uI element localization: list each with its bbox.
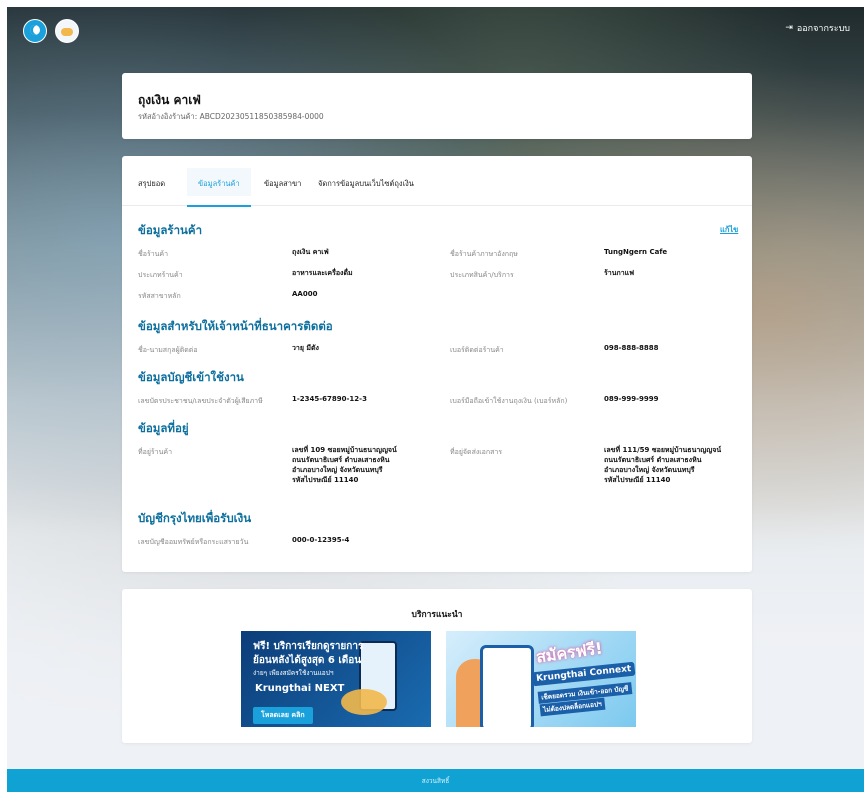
krungthai-logo-icon[interactable] [23,19,47,43]
tab-store-info[interactable]: ข้อมูลร้านค้า [198,178,240,190]
store-name-value: ถุงเงิน คาเฟ่ [292,248,329,256]
doc-address-line-3: อำเภอบางใหญ่ จังหวัดนนทบุรี [604,466,695,474]
doc-address-line-2: ถนนรัตนาธิเบศร์ ตำบลเสาธงหิน [604,456,702,464]
footer-text: สงวนสิทธิ์ [421,777,450,785]
krungthai-next-logo: Krungthai NEXT [255,683,345,694]
coins-icon [341,689,387,715]
store-type-value: อาหารและเครื่องดื่ม [292,269,353,277]
contact-phone-label: เบอร์ติดต่อร้านค้า [450,346,504,354]
logout-label: ออกจากระบบ [796,24,850,34]
section-address-title: ข้อมูลที่อยู่ [138,421,189,435]
phone-icon [480,645,534,727]
main-branch-label: รหัสสาขาหลัก [138,292,181,300]
product-type-label: ประเภทสินค้า/บริการ [450,271,514,279]
page-frame: ⇥ ออกจากระบบ ถุงเงิน คาเฟ่ รหัสอ้างอิงร้… [7,7,864,792]
banner1-line3: ง่ายๆ เพียงสมัครใช้งานแอปฯ [253,669,334,677]
store-address-label: ที่อยู่ร้านค้า [138,448,173,456]
section-bank-title: บัญชีกรุงไทยเพื่อรับเงิน [138,511,252,525]
account-id-label: เลขบัตรประชาชน/เลขประจำตัวผู้เสียภาษี [138,397,263,405]
services-title: บริการแนะนำ [411,610,463,620]
active-tab-underline [187,196,251,207]
bank-account-label: เลขบัญชีออมทรัพย์หรือกระแสรายวัน [138,538,249,546]
logout-icon: ⇥ [785,23,793,33]
tab-branch-info[interactable]: ข้อมูลสาขา [264,178,301,190]
tab-summary[interactable]: สรุปยอด [138,178,165,190]
store-ref-id: รหัสอ้างอิงร้านค้า: ABCD2023051185038598… [138,112,324,121]
top-bar: ⇥ ออกจากระบบ [7,7,864,51]
section-account-title: ข้อมูลบัญชีเข้าใช้งาน [138,370,244,384]
store-name-en-label: ชื่อร้านค้าภาษาอังกฤษ [450,250,518,258]
main-branch-value: AA000 [292,290,318,298]
account-id-value: 1-2345-67890-12-3 [292,395,367,403]
doc-address-line-4: รหัสไปรษณีย์ 11140 [604,476,671,484]
store-type-label: ประเภทร้านค้า [138,271,183,279]
store-address-line-2: ถนนรัตนาธิเบศร์ ตำบลเสาธงหิน [292,456,390,464]
store-header-card: ถุงเงิน คาเฟ่ รหัสอ้างอิงร้านค้า: ABCD20… [122,73,752,139]
store-name: ถุงเงิน คาเฟ่ [138,93,201,107]
bank-account-value: 000-0-12395-4 [292,536,350,544]
product-type-value: ร้านกาแฟ [604,269,635,277]
account-mobile-label: เบอร์มือถือเข้าใช้งานถุงเงิน (เบอร์หลัก) [450,397,568,405]
tab-website-manage[interactable]: จัดการข้อมูลบนเว็บไซต์ถุงเงิน [318,178,414,190]
edit-link[interactable]: แก้ไข [720,224,738,236]
tab-bar: สรุปยอด ข้อมูลร้านค้า ข้อมูลสาขา จัดการข… [122,156,752,207]
store-name-label: ชื่อร้านค้า [138,250,169,258]
krungthai-next-banner[interactable]: ฟรี! บริการเรียกดูรายการ ย้อนหลังได้สูงส… [241,631,431,727]
banner1-line2: ย้อนหลังได้สูงสุด 6 เดือน [253,655,362,666]
contact-phone-value: 098-888-8888 [604,344,659,352]
tungngern-logo-icon[interactable] [55,19,79,43]
store-address-line-4: รหัสไปรษณีย์ 11140 [292,476,359,484]
section-contact-title: ข้อมูลสำหรับให้เจ้าหน้าที่ธนาคารติดต่อ [138,319,333,333]
banner1-download-button[interactable]: โหลดเลย คลิก [253,707,313,724]
section-store-info-title: ข้อมูลร้านค้า [138,223,203,237]
krungthai-connext-banner[interactable]: สมัครฟรี! Krungthai Connext เช็คยอดรวม เ… [446,631,636,727]
account-mobile-value: 089-999-9999 [604,395,659,403]
store-info-card: สรุปยอด ข้อมูลร้านค้า ข้อมูลสาขา จัดการข… [122,156,752,572]
store-name-en-value: TungNgern Cafe [604,248,668,256]
doc-address-label: ที่อยู่จัดส่งเอกสาร [450,448,503,456]
footer: สงวนสิทธิ์ [7,769,864,792]
banner1-line1: ฟรี! บริการเรียกดูรายการ [253,641,364,652]
doc-address-line-1: เลขที่ 111/59 ซอยหมู่บ้านธนาญญจน์ [604,446,722,454]
logout-button[interactable]: ⇥ ออกจากระบบ [785,21,850,35]
store-address-line-1: เลขที่ 109 ซอยหมู่บ้านธนาญญจน์ [292,446,397,454]
store-address-line-3: อำเภอบางใหญ่ จังหวัดนนทบุรี [292,466,383,474]
contact-name-label: ชื่อ-นามสกุลผู้ติดต่อ [138,346,198,354]
services-card: บริการแนะนำ ฟรี! บริการเรียกดูรายการ ย้อ… [122,589,752,743]
contact-name-value: วายุ มีตัง [292,344,319,352]
